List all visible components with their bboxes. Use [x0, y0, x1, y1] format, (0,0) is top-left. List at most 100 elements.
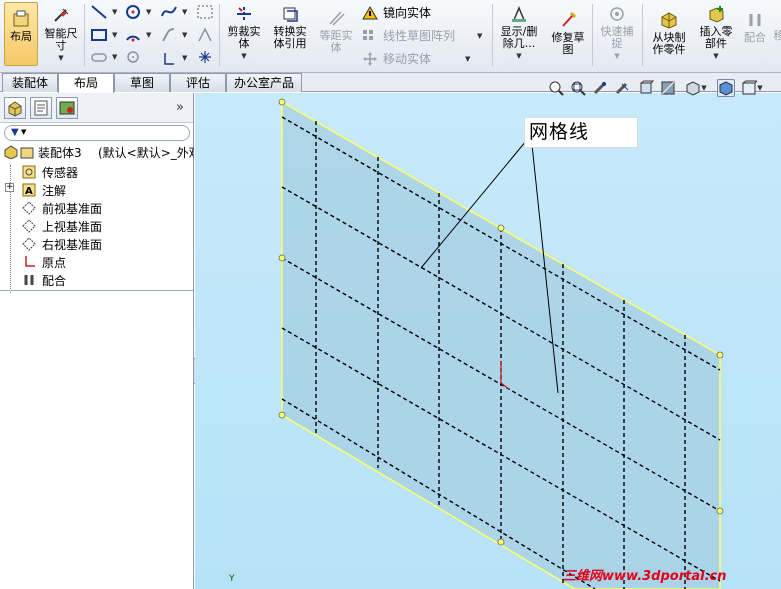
tab-assembly[interactable]: 装配体	[2, 73, 58, 92]
layout-button[interactable]: 布局	[4, 2, 38, 66]
dropdown-arrow-icon[interactable]: ▼	[701, 84, 706, 92]
display-manager-tab[interactable]	[56, 97, 78, 119]
tree-root-item[interactable]: 装配体3 (默认<默认>_外观	[0, 143, 194, 161]
tab-layout[interactable]: 布局	[58, 73, 114, 93]
dropdown-arrow-icon[interactable]: ▼	[516, 50, 521, 62]
tree-filter-field[interactable]: ▼ ▼	[4, 125, 190, 141]
dropdown-arrow-icon[interactable]: ▼	[21, 128, 26, 136]
dropdown-arrow-icon[interactable]: ▼	[614, 50, 619, 62]
tab-evaluate[interactable]: 评估	[170, 73, 226, 92]
dropdown-arrow-icon[interactable]: ▼	[146, 8, 151, 16]
display-delete-relations-button[interactable]: 显示/删 除几... ▼	[496, 4, 542, 62]
tab-label: 装配体	[11, 76, 48, 90]
appearance-icon	[719, 81, 733, 96]
dropdown-arrow-icon[interactable]: ▼	[182, 54, 187, 62]
tree-item-right-plane[interactable]: 右视基准面	[0, 235, 194, 253]
dropdown-arrow-icon[interactable]: ▼	[112, 8, 117, 16]
tree-item-sensors[interactable]: 传感器	[0, 163, 194, 181]
linear-pattern-label: 线性草图阵列	[383, 29, 456, 43]
plane-icon	[22, 237, 36, 251]
circle-tool[interactable]: ▼	[124, 4, 151, 20]
dropdown-arrow-icon[interactable]: ▼	[241, 50, 246, 62]
move-icon	[363, 51, 377, 66]
zoom-area-button[interactable]	[569, 79, 587, 97]
repair-sketch-label: 修复草 图	[551, 31, 585, 56]
view-orientation-button[interactable]	[637, 79, 655, 97]
zoom-fit-icon	[549, 81, 564, 96]
hide-show-items-button[interactable]: ▼	[683, 79, 709, 97]
dropdown-arrow-icon[interactable]: ▼	[477, 32, 482, 40]
point-icon	[199, 51, 211, 63]
dropdown-arrow-icon[interactable]: ▼	[465, 55, 470, 63]
feature-manager-tab[interactable]	[4, 97, 26, 119]
dropdown-arrow-icon[interactable]: ▼	[58, 52, 63, 64]
mate-icon	[745, 10, 765, 30]
display-style-button[interactable]	[659, 79, 677, 97]
offset-entities-button[interactable]: 等距实 体	[314, 8, 358, 54]
edit-appearance-button[interactable]	[717, 79, 735, 97]
dropdown-arrow-icon[interactable]: ▼	[182, 31, 187, 39]
section-view-icon	[615, 82, 629, 95]
graphics-area[interactable]	[195, 93, 781, 589]
smart-dimension-button[interactable]: 智能尺 寸 ▼	[40, 6, 82, 64]
point-tool[interactable]	[198, 50, 212, 64]
text-tool[interactable]	[196, 27, 214, 43]
plane-icon	[22, 201, 36, 215]
mirror-entities-tool[interactable]: 镜向实体	[361, 4, 431, 21]
display-manager-icon	[59, 101, 75, 115]
trim-entities-button[interactable]: 剪裁实 体 ▼	[222, 4, 266, 62]
make-part-from-block-button[interactable]: 从块制 作零件	[645, 10, 693, 56]
svg-text:A: A	[25, 186, 33, 197]
filter-icon: ▼	[11, 127, 19, 138]
line-tool[interactable]: ▼	[90, 4, 117, 20]
sketch-text-icon	[198, 27, 212, 42]
arc-tool[interactable]: ▼	[124, 27, 151, 43]
expand-panel-icon[interactable]: »	[176, 100, 184, 115]
tree-item-top-plane[interactable]: 上视基准面	[0, 217, 194, 235]
zoom-to-fit-button[interactable]	[547, 79, 565, 97]
insert-component-button[interactable]: 插入零 部件 ▼	[694, 4, 738, 62]
ribbon-separator	[592, 4, 593, 66]
dropdown-arrow-icon[interactable]: ▼	[146, 31, 151, 39]
sketch-fillet-tool[interactable]: ▼	[160, 27, 187, 43]
property-manager-tab[interactable]	[30, 97, 52, 119]
repair-sketch-button[interactable]: 修复草 图	[546, 10, 590, 56]
scene-button[interactable]: ▼	[739, 79, 765, 97]
tree-item-annotations[interactable]: + A 注解	[0, 181, 194, 199]
convert-entities-label: 转换实 体引用	[273, 25, 307, 50]
dropdown-arrow-icon[interactable]: ▼	[112, 53, 117, 61]
tab-sketch[interactable]: 草图	[114, 73, 170, 92]
tree-item-mates[interactable]: 配合	[0, 271, 194, 289]
dropdown-arrow-icon[interactable]: ▼	[112, 31, 117, 39]
mate-button[interactable]: 配合	[740, 10, 770, 44]
slot-icon	[91, 53, 107, 62]
zoom-area-icon	[571, 81, 586, 96]
slot-tool[interactable]: ▼	[90, 50, 117, 64]
dropdown-arrow-icon[interactable]: ▼	[757, 84, 762, 92]
dropdown-arrow-icon[interactable]: ▼	[713, 50, 718, 62]
make-part-icon	[659, 10, 679, 30]
quick-snaps-button[interactable]: 快速捕 捉 ▼	[595, 4, 639, 62]
scene-icon	[742, 80, 758, 95]
polygon-tool[interactable]	[124, 50, 142, 64]
move-entities-tool[interactable]: 移动实体 ▼	[361, 50, 470, 67]
dropdown-arrow-icon[interactable]: ▼	[182, 8, 187, 16]
tree-item-label: 传感器	[42, 166, 79, 180]
panel-splitter[interactable]	[0, 290, 193, 291]
linear-sketch-pattern-tool[interactable]: 线性草图阵列 ▼	[361, 27, 482, 44]
layout-sketch-icon	[20, 147, 34, 159]
rectangle-tool[interactable]: ▼	[90, 27, 117, 43]
grid-snap-tool[interactable]	[196, 4, 214, 20]
section-view-button[interactable]	[613, 79, 631, 97]
tree-item-origin[interactable]: 原点	[0, 253, 194, 271]
convert-entities-button[interactable]: 转换实 体引用	[268, 4, 312, 50]
move-component-button[interactable]: 移	[772, 30, 781, 42]
tab-office-products[interactable]: 办公室产品	[226, 73, 302, 92]
expand-icon[interactable]: +	[5, 183, 14, 192]
centerline-tool[interactable]: ▼	[160, 50, 187, 66]
tab-label: 草图	[129, 76, 154, 90]
previous-view-button[interactable]	[591, 79, 609, 97]
spline-tool[interactable]: ▼	[160, 4, 187, 20]
rectangle-icon	[91, 29, 107, 41]
tree-item-front-plane[interactable]: 前视基准面	[0, 199, 194, 217]
